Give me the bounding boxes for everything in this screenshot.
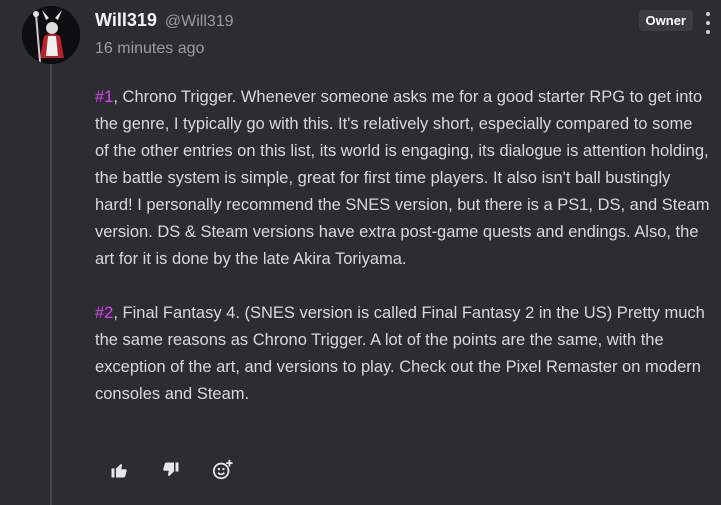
paragraph-text-1: , Chrono Trigger. Whenever someone asks … [95, 88, 710, 268]
hashtag-link-2[interactable]: #2 [95, 304, 113, 322]
post-body: #1, Chrono Trigger. Whenever someone ask… [95, 84, 710, 435]
post-actions [108, 459, 234, 481]
more-options-icon[interactable] [703, 12, 713, 34]
avatar-image [22, 6, 80, 64]
add-reaction-button[interactable] [212, 459, 234, 481]
like-button[interactable] [108, 459, 130, 481]
avatar[interactable] [22, 6, 80, 64]
post-header: Will319 @Will319 [95, 10, 234, 31]
owner-badge: Owner [638, 10, 693, 31]
post-paragraph-1: #1, Chrono Trigger. Whenever someone ask… [95, 84, 710, 273]
thread-line [50, 64, 52, 505]
hashtag-link-1[interactable]: #1 [95, 88, 113, 106]
add-reaction-icon [212, 459, 233, 480]
dislike-button[interactable] [160, 459, 182, 481]
thumbs-up-icon [111, 464, 127, 478]
thumbs-down-icon [163, 462, 179, 476]
paragraph-text-2: , Final Fantasy 4. (SNES version is call… [95, 304, 705, 403]
author-name[interactable]: Will319 [95, 10, 157, 31]
post-paragraph-2: #2, Final Fantasy 4. (SNES version is ca… [95, 300, 710, 408]
post-timestamp[interactable]: 16 minutes ago [95, 40, 204, 58]
author-handle: @Will319 [164, 13, 234, 30]
